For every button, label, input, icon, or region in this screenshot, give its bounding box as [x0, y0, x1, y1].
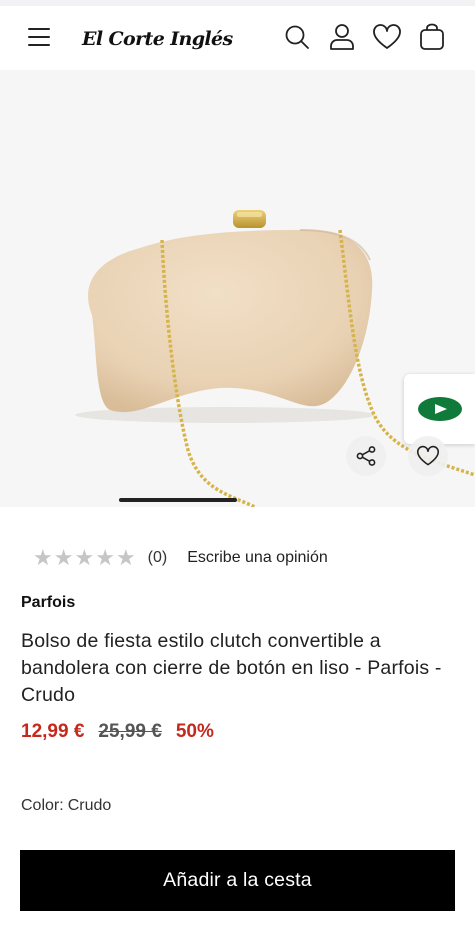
current-price: 12,99 €	[21, 721, 85, 742]
bag-icon	[420, 23, 444, 50]
write-review-link[interactable]: Escribe una opinión	[187, 549, 328, 567]
user-icon	[330, 24, 354, 50]
menu-icon	[28, 28, 50, 30]
share-icon	[356, 446, 376, 466]
product-price: 12,99 € 25,99 € 50%	[21, 721, 214, 743]
star-icon: ★	[115, 545, 136, 570]
search-icon	[285, 25, 309, 49]
product-rating: ★ ★ ★ ★ ★ (0) Escribe una opinión	[33, 546, 328, 570]
product-image-carousel[interactable]	[0, 70, 475, 507]
account-button[interactable]	[325, 20, 359, 54]
cart-button[interactable]	[415, 20, 449, 54]
color-label: Color:	[21, 797, 64, 814]
video-button[interactable]	[404, 374, 475, 444]
site-header: El Corte Inglés	[0, 6, 475, 70]
play-icon	[417, 397, 462, 421]
star-icon: ★	[95, 545, 115, 570]
search-button[interactable]	[280, 20, 314, 54]
add-to-cart-button[interactable]: Añadir a la cesta	[20, 850, 455, 911]
share-button[interactable]	[346, 436, 386, 476]
review-count: (0)	[147, 549, 168, 566]
heart-icon	[417, 445, 439, 466]
favorite-button[interactable]	[408, 436, 448, 476]
menu-icon-bar	[28, 44, 50, 46]
original-price: 25,99 €	[98, 721, 162, 742]
color-selector: Color: Crudo	[21, 797, 111, 815]
menu-icon-bar	[28, 36, 50, 38]
product-image	[75, 210, 475, 507]
discount-badge: 50%	[175, 721, 214, 742]
product-title: Bolso de fiesta estilo clutch convertibl…	[21, 630, 442, 706]
product-brand[interactable]: Parfois	[21, 594, 75, 612]
brand-logo[interactable]: El Corte Inglés	[82, 22, 233, 56]
wishlist-button[interactable]	[370, 20, 404, 54]
carousel-indicator	[119, 498, 237, 502]
star-icon: ★	[53, 545, 74, 570]
star-icon: ★	[33, 545, 53, 570]
menu-button[interactable]	[26, 24, 54, 50]
heart-icon	[373, 24, 401, 49]
rating-stars: ★ ★ ★ ★ ★	[33, 547, 136, 569]
star-icon: ★	[74, 545, 95, 570]
color-value: Crudo	[67, 797, 112, 814]
